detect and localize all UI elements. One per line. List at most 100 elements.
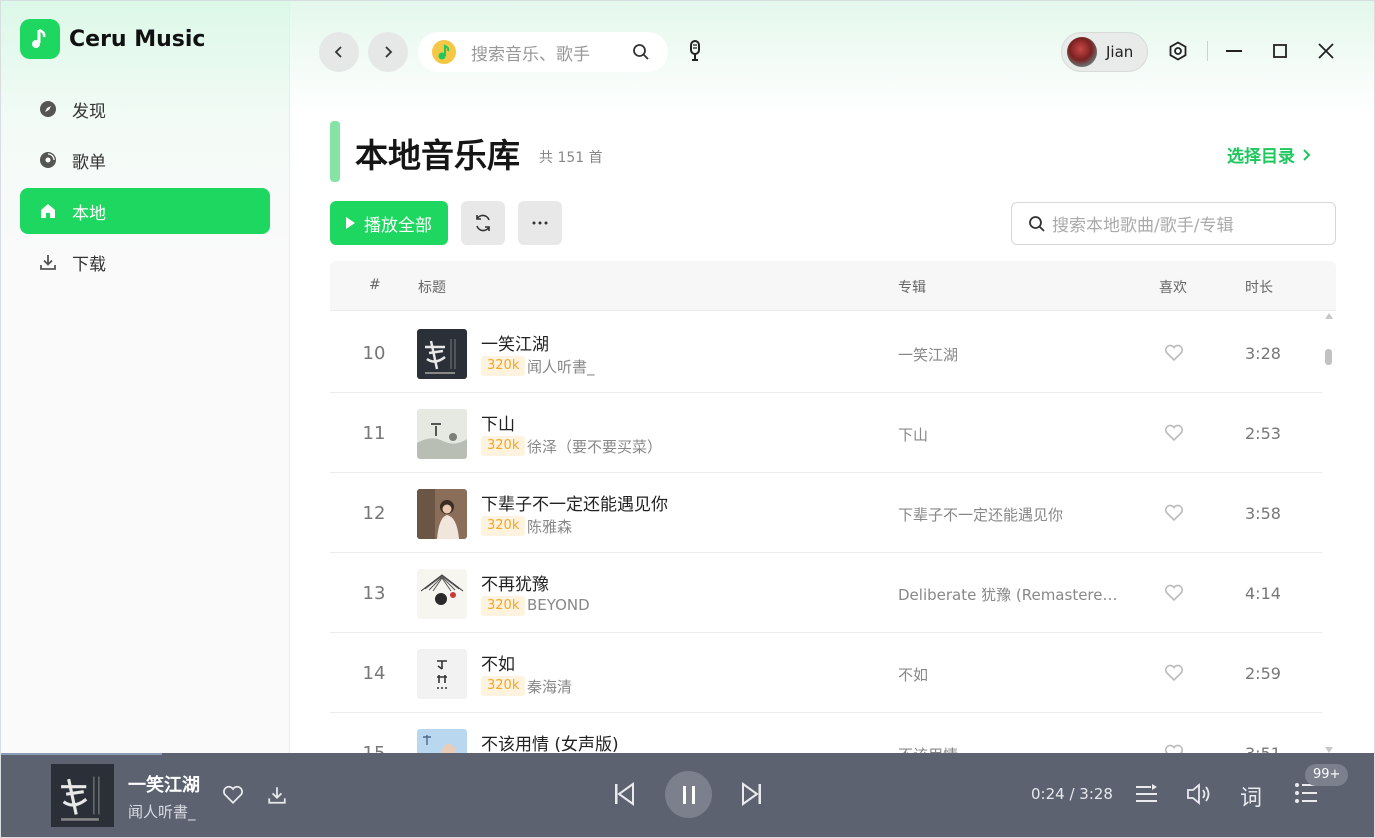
heart-icon[interactable] [1164, 744, 1184, 753]
track-artist[interactable]: 陈雅森 [527, 516, 572, 537]
track-duration: 3:58 [1245, 504, 1281, 523]
heart-icon[interactable] [1164, 584, 1184, 602]
refresh-icon [476, 214, 490, 232]
heart-icon[interactable] [1164, 424, 1184, 442]
play-all-label: 播放全部 [364, 215, 432, 236]
sidebar-item-playlists[interactable]: 歌单 [20, 137, 270, 183]
more-icon [532, 221, 548, 225]
track-album[interactable]: 不如 [898, 664, 1123, 685]
track-album[interactable]: 一笑江湖 [898, 344, 1123, 365]
local-search-input[interactable]: 搜索本地歌曲/歌手/专辑 [1052, 211, 1233, 236]
track-artist[interactable]: 徐泽（要不要买菜） [527, 436, 662, 457]
scrollbar-thumb[interactable] [1325, 349, 1332, 365]
track-title: 不如 [481, 655, 515, 675]
track-duration: 3:51 [1245, 744, 1281, 753]
column-header-title: 标题 [418, 280, 446, 296]
track-album[interactable]: 下山 [898, 424, 1123, 445]
play-mode-button[interactable] [1135, 783, 1159, 805]
track-duration: 3:28 [1245, 344, 1281, 363]
column-header-album: 专辑 [898, 280, 926, 296]
play-pause-button[interactable] [665, 771, 712, 818]
now-playing-cover[interactable] [51, 764, 114, 827]
table-row[interactable]: 12 下辈子不一定还能遇见你 320k 陈雅森 下辈子不一定还能遇见你 3:58 [330, 473, 1322, 553]
sidebar-item-label: 歌单 [72, 152, 106, 173]
header-divider [1207, 41, 1208, 61]
avatar [1067, 37, 1097, 67]
user-menu[interactable]: Jian [1061, 32, 1148, 72]
quality-badge: 320k [481, 676, 526, 696]
column-header-index: # [369, 277, 381, 293]
track-index: 13 [362, 583, 386, 604]
sidebar-nav: 发现 歌单 本地 下载 [20, 86, 270, 290]
skip-next-icon [742, 782, 761, 806]
table-row[interactable]: 13 不再犹豫 320k BEYOND Deliberate 犹豫 (Remas… [330, 553, 1322, 633]
top-header: 搜索音乐、歌手 Jian [290, 1, 1374, 116]
lyrics-button[interactable]: 词 [1240, 780, 1262, 812]
playback-progress[interactable] [1, 753, 162, 755]
table-row[interactable]: 11 下山 320k 徐泽（要不要买菜） 下山 2:53 [330, 393, 1322, 473]
table-row[interactable]: 14 不如 320k 秦海清 不如 2:59 [330, 633, 1322, 713]
table-row[interactable]: 15 不该用情 (女声版) 320k 不该用情 3:51 [330, 713, 1322, 753]
previous-button[interactable] [613, 782, 635, 806]
volume-button[interactable] [1186, 782, 1212, 806]
track-title: 下山 [481, 415, 515, 435]
search-icon[interactable] [632, 43, 650, 61]
maximize-icon[interactable] [1266, 37, 1294, 65]
search-input[interactable]: 搜索音乐、歌手 [471, 40, 632, 65]
next-button[interactable] [741, 782, 763, 806]
album-cover [417, 649, 467, 699]
minimize-icon[interactable] [1220, 37, 1248, 65]
track-title: 一笑江湖 [481, 335, 549, 355]
track-album[interactable]: Deliberate 犹豫 (Remastered ... [898, 584, 1123, 605]
page-title: 本地音乐库 [355, 136, 520, 175]
download-button[interactable] [267, 785, 287, 805]
heart-icon[interactable] [1164, 664, 1184, 682]
compass-icon [38, 99, 58, 119]
album-cover [417, 569, 467, 619]
microphone-icon[interactable] [688, 40, 702, 66]
forward-button[interactable] [368, 32, 408, 72]
track-artist[interactable]: 秦海清 [527, 676, 572, 697]
album-cover [417, 489, 467, 539]
track-artist[interactable]: 闻人听書_ [527, 356, 595, 377]
sidebar-item-local[interactable]: 本地 [20, 188, 270, 234]
track-album[interactable]: 下辈子不一定还能遇见你 [898, 504, 1123, 525]
heart-icon[interactable] [1164, 504, 1184, 522]
back-button[interactable] [319, 32, 359, 72]
track-index: 10 [362, 343, 386, 364]
table-header: # 标题 专辑 喜欢 时长 [330, 261, 1336, 311]
lyrics-icon: 词 [1240, 786, 1263, 811]
track-index: 12 [362, 503, 386, 524]
heart-icon[interactable] [1164, 344, 1184, 362]
chevron-right-icon [1303, 148, 1311, 161]
pause-icon [682, 785, 695, 804]
table-row[interactable]: 10 一笑江湖 320k 闻人听書_ 一笑江湖 3:28 [330, 313, 1322, 393]
more-button[interactable] [518, 201, 562, 245]
like-button[interactable] [222, 785, 244, 805]
choose-directory-link[interactable]: 选择目录 [1227, 142, 1312, 167]
track-duration: 2:59 [1245, 664, 1281, 683]
album-cover [417, 409, 467, 459]
close-icon[interactable] [1312, 37, 1340, 65]
track-album[interactable]: 不该用情 [898, 744, 1123, 753]
scrollbar[interactable] [1322, 313, 1336, 753]
app-logo: Ceru Music [20, 19, 205, 59]
search-bar[interactable]: 搜索音乐、歌手 [418, 32, 668, 72]
sidebar-item-discover[interactable]: 发现 [20, 86, 270, 132]
music-note-icon [20, 19, 60, 59]
quality-badge: 320k [481, 436, 526, 456]
settings-icon[interactable] [1164, 37, 1192, 65]
track-index: 15 [330, 743, 418, 753]
sidebar-item-downloads[interactable]: 下载 [20, 239, 270, 285]
column-header-duration: 时长 [1245, 280, 1273, 296]
track-artist[interactable]: BEYOND [527, 596, 590, 614]
local-search-field[interactable]: 搜索本地歌曲/歌手/专辑 [1011, 202, 1336, 245]
refresh-button[interactable] [461, 201, 505, 245]
sequential-play-icon [1136, 784, 1157, 802]
play-all-button[interactable]: 播放全部 [330, 201, 448, 245]
now-playing-artist[interactable]: 闻人听書_ [128, 801, 196, 822]
now-playing-title: 一笑江湖 [128, 775, 200, 796]
track-list: 10 一笑江湖 320k 闻人听書_ 一笑江湖 3:28 11 下山 320k … [330, 313, 1322, 753]
disc-icon [38, 150, 58, 170]
scroll-up-arrow-icon[interactable] [1325, 313, 1333, 319]
